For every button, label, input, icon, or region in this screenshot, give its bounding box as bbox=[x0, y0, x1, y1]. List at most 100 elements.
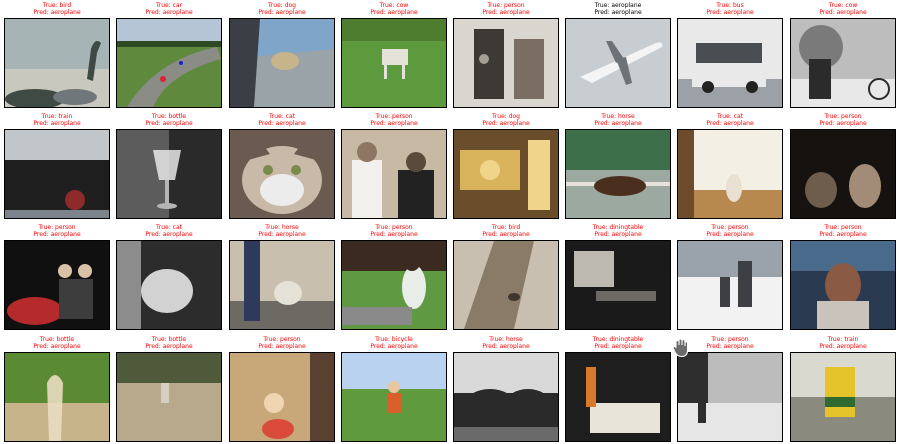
prediction-tile: True: cat Pred: aeroplane bbox=[677, 113, 783, 221]
prediction-tile: True: cat Pred: aeroplane bbox=[116, 224, 222, 332]
pred-label: Pred: aeroplane bbox=[145, 343, 193, 350]
thumbnail-bird-tree-image bbox=[454, 241, 558, 329]
prediction-tile: True: diningtable Pred: aeroplane bbox=[565, 224, 671, 332]
prediction-caption: True: person Pred: aeroplane bbox=[0, 224, 120, 238]
image-shape bbox=[388, 393, 402, 413]
prediction-caption: True: cat Pred: aeroplane bbox=[219, 113, 345, 127]
thumbnail bbox=[4, 352, 110, 442]
pred-label: Pred: aeroplane bbox=[370, 231, 418, 238]
image-shape bbox=[402, 265, 426, 309]
thumbnail bbox=[4, 240, 110, 330]
thumbnail-snow-image bbox=[678, 241, 782, 329]
prediction-tile: True: bottle Pred: aeroplane bbox=[116, 113, 222, 221]
prediction-tile: True: person Pred: aeroplane bbox=[341, 113, 447, 221]
prediction-tile: True: dog Pred: aeroplane bbox=[453, 113, 559, 221]
thumbnail bbox=[453, 240, 559, 330]
true-label: True: horse bbox=[601, 113, 635, 120]
image-shape bbox=[566, 130, 670, 170]
image-shape bbox=[5, 164, 109, 210]
thumbnail bbox=[116, 129, 222, 219]
image-shape bbox=[791, 130, 895, 218]
thumbnail bbox=[453, 352, 559, 442]
pred-label: Pred: aeroplane bbox=[145, 9, 193, 16]
pred-label: Pred: aeroplane bbox=[482, 9, 530, 16]
prediction-tile: True: car Pred: aeroplane bbox=[116, 2, 222, 110]
thumbnail bbox=[565, 352, 671, 442]
image-shape bbox=[479, 54, 489, 64]
pred-label: Pred: aeroplane bbox=[258, 9, 306, 16]
thumbnail-race-track-image bbox=[117, 19, 221, 107]
image-shape bbox=[817, 301, 869, 329]
thumbnail-locomotive-image bbox=[5, 130, 109, 218]
image-shape bbox=[678, 403, 782, 441]
thumbnail bbox=[229, 352, 335, 442]
image-shape bbox=[726, 174, 742, 202]
image-shape bbox=[117, 19, 221, 41]
thumbnail-kid-toy-image bbox=[230, 353, 334, 441]
image-shape bbox=[384, 65, 387, 79]
image-shape bbox=[59, 279, 93, 319]
prediction-caption: True: diningtable Pred: aeroplane bbox=[555, 336, 681, 350]
prediction-caption: True: person Pred: aeroplane bbox=[331, 224, 457, 238]
thumbnail-airliner-image bbox=[566, 19, 670, 107]
prediction-tile: True: horse Pred: aeroplane bbox=[453, 336, 559, 444]
thumbnail-bottle-field-image bbox=[5, 353, 109, 441]
thumbnail bbox=[229, 129, 335, 219]
thumbnail-horses-dark-image bbox=[454, 353, 558, 441]
true-label: True: cow bbox=[828, 2, 858, 9]
thumbnail bbox=[341, 129, 447, 219]
image-shape bbox=[5, 130, 109, 160]
image-shape bbox=[809, 59, 831, 99]
true-label: True: dog bbox=[492, 113, 520, 120]
prediction-tile: True: train Pred: aeroplane bbox=[790, 336, 896, 444]
image-shape bbox=[47, 375, 63, 441]
image-shape bbox=[160, 76, 166, 82]
pred-label: Pred: aeroplane bbox=[594, 9, 642, 16]
image-shape bbox=[78, 264, 92, 278]
prediction-caption: True: bicycle Pred: aeroplane bbox=[331, 336, 457, 350]
prediction-caption: True: person Pred: aeroplane bbox=[443, 2, 569, 16]
true-label: True: person bbox=[38, 224, 76, 231]
image-shape bbox=[264, 393, 284, 413]
prediction-tile: True: bottle Pred: aeroplane bbox=[116, 336, 222, 444]
image-shape bbox=[342, 307, 412, 325]
pred-label: Pred: aeroplane bbox=[706, 120, 754, 127]
prediction-tile: True: horse Pred: aeroplane bbox=[565, 113, 671, 221]
thumbnail-cat-lap-image bbox=[117, 241, 221, 329]
prediction-tile: True: person Pred: aeroplane bbox=[677, 224, 783, 332]
image-shape bbox=[382, 49, 408, 65]
pred-label: Pred: aeroplane bbox=[482, 231, 530, 238]
prediction-caption: True: dog Pred: aeroplane bbox=[443, 113, 569, 127]
true-label: True: car bbox=[155, 2, 183, 9]
thumbnail bbox=[565, 18, 671, 108]
pred-label: Pred: aeroplane bbox=[258, 343, 306, 350]
image-shape bbox=[53, 89, 97, 105]
pred-label: Pred: aeroplane bbox=[33, 9, 81, 16]
thumbnail-bw-fence-image bbox=[678, 353, 782, 441]
true-label: True: cow bbox=[379, 2, 409, 9]
true-label: True: person bbox=[263, 336, 301, 343]
thumbnail bbox=[4, 18, 110, 108]
thumbnail bbox=[677, 240, 783, 330]
image-shape bbox=[352, 160, 382, 218]
pred-label: Pred: aeroplane bbox=[370, 9, 418, 16]
image-shape bbox=[574, 251, 614, 287]
image-shape bbox=[849, 164, 881, 208]
true-label: True: person bbox=[824, 113, 862, 120]
true-label: True: cat bbox=[155, 224, 182, 231]
prediction-tile: True: person Pred: aeroplane bbox=[229, 336, 335, 444]
thumbnail-horse-jump-image bbox=[566, 130, 670, 218]
thumbnail-woman-smile-image bbox=[791, 241, 895, 329]
prediction-caption: True: car Pred: aeroplane bbox=[106, 2, 232, 16]
thumbnail-yard-image bbox=[117, 353, 221, 441]
thumbnail-cyclist-image bbox=[342, 353, 446, 441]
image-shape bbox=[586, 367, 596, 407]
pred-label: Pred: aeroplane bbox=[819, 231, 867, 238]
image-shape bbox=[474, 29, 504, 99]
prediction-tile: True: cat Pred: aeroplane bbox=[229, 113, 335, 221]
prediction-grid: True: bird Pred: aeroplane True: car Pred: … bbox=[0, 0, 899, 443]
image-shape bbox=[805, 172, 837, 208]
prediction-tile: True: cow Pred: aeroplane bbox=[341, 2, 447, 110]
prediction-caption: True: bottle Pred: aeroplane bbox=[106, 336, 232, 350]
thumbnail bbox=[677, 18, 783, 108]
